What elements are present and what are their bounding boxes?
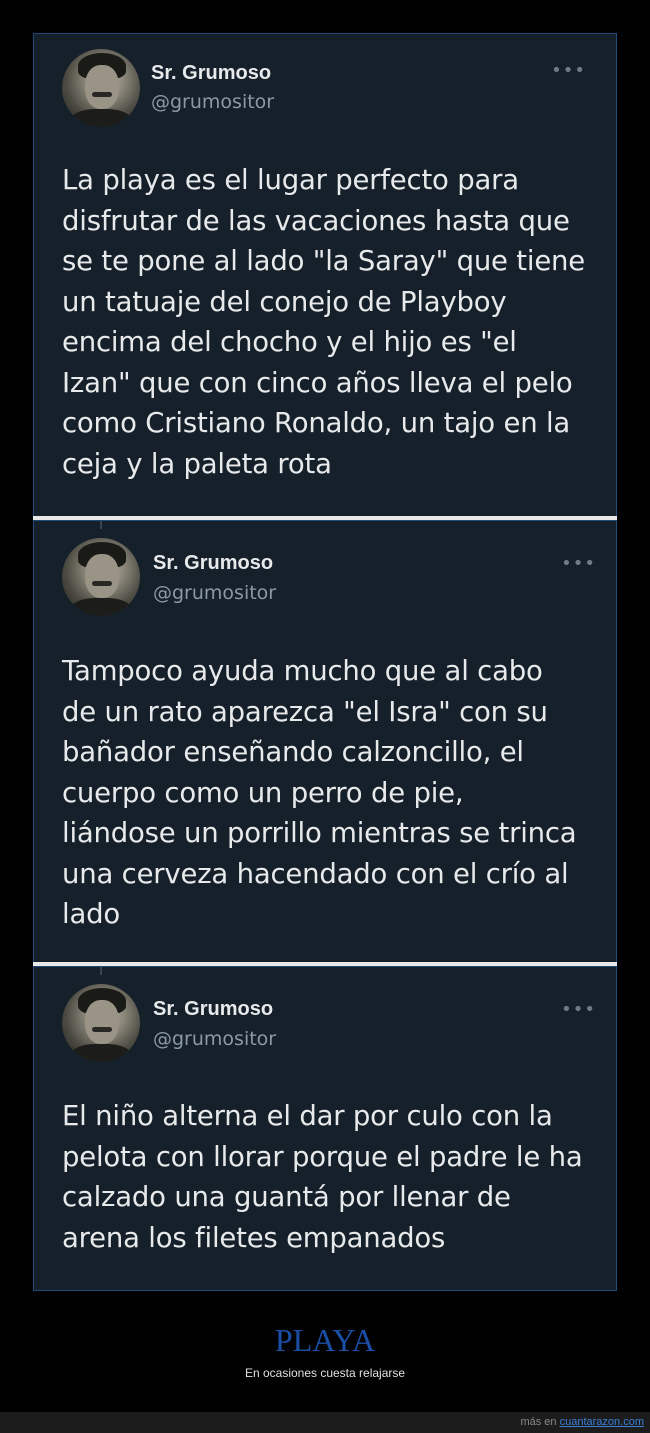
tweet-line: lado bbox=[62, 898, 120, 930]
tweet-line: ceja y la paleta rota bbox=[62, 447, 332, 480]
more-horizontal-icon[interactable]: ••• bbox=[561, 553, 596, 574]
tweet-text: Tampoco ayuda mucho que al cabo de un ra… bbox=[62, 651, 598, 935]
author-handle[interactable]: @grumositor bbox=[151, 91, 274, 113]
tweet-line: El niño alterna el dar por culo con la bbox=[62, 1100, 553, 1132]
tweet-card-3: Sr. Grumoso @grumositor ••• El niño alte… bbox=[33, 966, 617, 1291]
tweet-line: cuerpo como un perro de pie, bbox=[62, 776, 464, 809]
thread-line bbox=[100, 967, 102, 975]
author-name[interactable]: Sr. Grumoso bbox=[151, 62, 271, 85]
more-horizontal-icon[interactable]: ••• bbox=[551, 60, 586, 81]
tweet-line: una cerveza hacendado con el crío al bbox=[62, 857, 569, 890]
tweet-line: como Cristiano Ronaldo, un tajo en la bbox=[62, 407, 571, 439]
tweet-line: disfrutar de las vacaciones hasta que bbox=[62, 204, 570, 237]
tweet-card-1: Sr. Grumoso @grumositor ••• La playa es … bbox=[33, 33, 617, 520]
tweet-line: Izan" que con cinco años lleva el pelo bbox=[62, 366, 573, 399]
author-handle[interactable]: @grumositor bbox=[153, 1028, 276, 1050]
tweet-line: de un rato aparezca "el Isra" con su bbox=[62, 695, 548, 728]
site-link[interactable]: cuantarazon.com bbox=[560, 1416, 644, 1428]
tweet-line: un tatuaje del conejo de Playboy bbox=[62, 285, 507, 318]
tweet-line: liándose un porrillo mientras se trinca bbox=[62, 817, 577, 849]
post-title: PLAYA bbox=[274, 1322, 376, 1358]
tweet-line: bañador enseñando calzoncillo, el bbox=[62, 736, 524, 768]
author-name[interactable]: Sr. Grumoso bbox=[153, 552, 273, 575]
tweet-line: encima del chocho y el hijo es "el bbox=[62, 326, 517, 358]
tweet-line: arena los filetes empanados bbox=[62, 1221, 446, 1254]
author-name[interactable]: Sr. Grumoso bbox=[153, 998, 273, 1021]
tweet-line: Tampoco ayuda mucho que al cabo bbox=[62, 655, 543, 687]
tweet-line: se te pone al lado "la Saray" que tiene bbox=[62, 245, 585, 277]
avatar[interactable] bbox=[62, 538, 140, 616]
footer-bar: más en cuantarazon.com bbox=[0, 1412, 650, 1433]
thread-line bbox=[100, 521, 102, 529]
tweet-line: pelota con llorar porque el padre le ha bbox=[62, 1140, 583, 1173]
more-horizontal-icon[interactable]: ••• bbox=[561, 999, 596, 1020]
tweet-card-2: Sr. Grumoso @grumositor ••• Tampoco ayud… bbox=[33, 520, 617, 966]
avatar[interactable] bbox=[62, 984, 140, 1062]
avatar[interactable] bbox=[62, 49, 140, 127]
tweet-text: El niño alterna el dar por culo con la p… bbox=[62, 1096, 598, 1258]
author-handle[interactable]: @grumositor bbox=[153, 582, 276, 604]
footer-text: más en cuantarazon.com bbox=[520, 1416, 644, 1428]
tweet-line: La playa es el lugar perfecto para bbox=[62, 164, 519, 196]
post-subtitle: En ocasiones cuesta relajarse bbox=[244, 1366, 406, 1380]
tweet-text: La playa es el lugar perfecto para disfr… bbox=[62, 160, 598, 484]
tweet-line: calzado una guantá por llenar de bbox=[62, 1181, 511, 1213]
footer-prefix: más en bbox=[520, 1416, 560, 1428]
